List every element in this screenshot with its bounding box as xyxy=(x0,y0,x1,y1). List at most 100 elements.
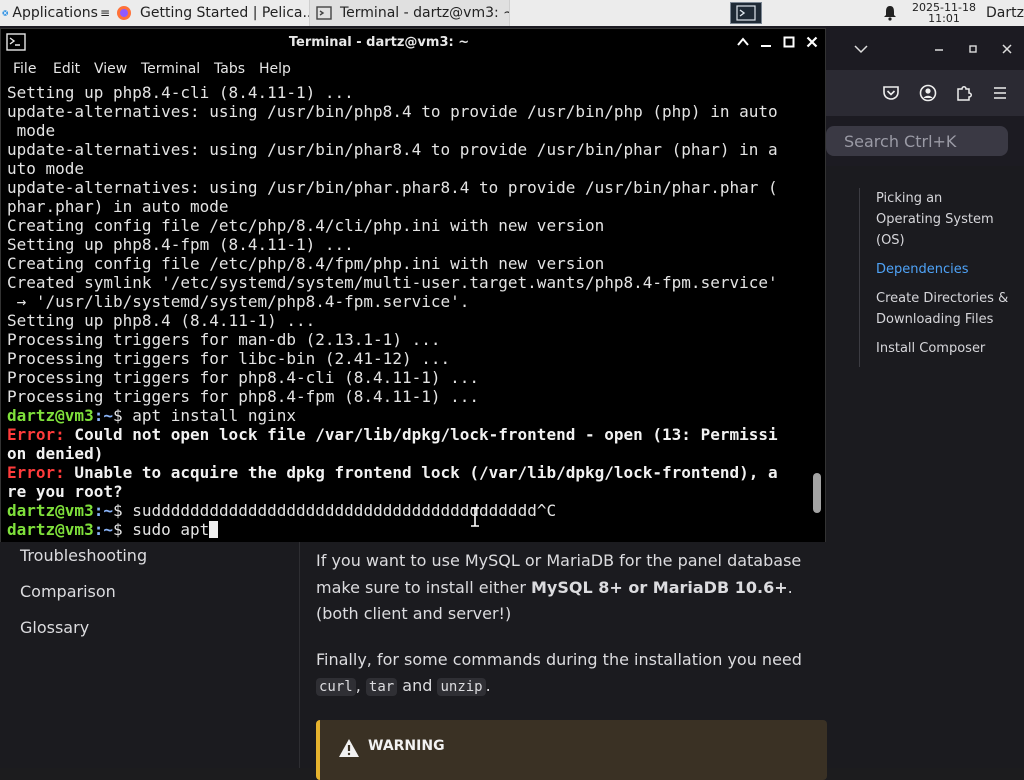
applications-menu-button[interactable]: Applications ≡ xyxy=(0,0,110,26)
text-cursor-icon xyxy=(471,507,479,527)
account-button[interactable] xyxy=(917,82,939,104)
output-text: mode xyxy=(7,121,56,140)
xfce-logo-icon xyxy=(2,10,9,16)
menu-arrow-icon: ≡ xyxy=(99,6,110,20)
docs-search-input[interactable]: Search Ctrl+K xyxy=(826,126,1008,156)
terminal-line: re you root? xyxy=(7,482,778,501)
terminal-line: mode xyxy=(7,121,778,140)
terminal-line: Error: Unable to acquire the dpkg fronte… xyxy=(7,463,778,482)
prompt-separator: : xyxy=(93,520,104,539)
warning-callout: WARNING xyxy=(316,720,827,780)
chevron-up-icon xyxy=(737,37,749,46)
minimize-icon xyxy=(761,45,771,47)
sidebar-item-glossary[interactable]: Glossary xyxy=(20,618,89,637)
terminal-window[interactable]: Terminal - dartz@vm3: ~ File Edit View T… xyxy=(0,28,826,542)
menu-view[interactable]: View xyxy=(94,61,127,77)
terminal-line: → '/usr/lib/systemd/system/php8.4-fpm.se… xyxy=(7,292,778,311)
command-text: apt install nginx xyxy=(132,406,297,425)
error-label: Error: xyxy=(7,425,65,444)
extensions-button[interactable] xyxy=(953,82,975,104)
minimize-icon xyxy=(935,49,943,51)
output-text: Processing triggers for php8.4-fpm (8.4.… xyxy=(7,387,480,406)
prompt-symbol: $ xyxy=(112,406,133,425)
terminal-line: Creating config file /etc/php/8.4/fpm/ph… xyxy=(7,254,778,273)
close-window-button[interactable] xyxy=(996,38,1018,60)
pocket-button[interactable] xyxy=(880,82,902,104)
bell-icon xyxy=(884,6,896,21)
command-text: sudo apt xyxy=(132,520,210,539)
maximize-button[interactable] xyxy=(780,33,798,51)
terminal-output[interactable]: Setting up php8.4-cli (8.4.11-1) ... upda… xyxy=(1,83,809,542)
terminal-cursor xyxy=(209,521,219,538)
menu-edit[interactable]: Edit xyxy=(53,61,80,77)
menu-tabs[interactable]: Tabs xyxy=(214,61,245,77)
app-menu-button[interactable] xyxy=(989,82,1011,104)
terminal-line: Created symlink '/etc/systemd/system/mul… xyxy=(7,273,778,292)
command-text: sudddddddddddddddddddddddddddddddddddddd… xyxy=(132,501,557,520)
output-text: Setting up php8.4 (8.4.11-1) ... xyxy=(7,311,316,330)
sidebar-item-troubleshooting[interactable]: Troubleshooting xyxy=(20,546,147,565)
terminal-scrollbar[interactable] xyxy=(809,83,825,542)
toc-item[interactable]: Dependencies xyxy=(876,259,1009,280)
minimize-window-button[interactable] xyxy=(928,38,950,60)
terminal-line: dartz@vm3:~$ suddddddddddddddddddddddddd… xyxy=(7,501,778,520)
tab-list-button[interactable] xyxy=(850,38,872,60)
output-text: Processing triggers for libc-bin (2.41-1… xyxy=(7,349,451,368)
top-panel: Applications ≡ Getting Started | Pelica.… xyxy=(0,0,1024,26)
commands-sep-2: and xyxy=(397,676,438,695)
prompt-user: dartz@vm3 xyxy=(7,520,94,539)
terminal-line: Setting up php8.4 (8.4.11-1) ... xyxy=(7,311,778,330)
workspace-1[interactable] xyxy=(730,2,762,24)
prompt-separator: : xyxy=(93,406,104,425)
prompt-path: ~ xyxy=(103,406,113,425)
error-text: on denied) xyxy=(7,444,104,463)
output-text: update-alternatives: using /usr/bin/php8… xyxy=(7,102,778,121)
terminal-scrollbar-thumb[interactable] xyxy=(813,473,821,513)
toc-item[interactable]: Create Directories & Downloading Files xyxy=(876,288,1009,330)
clock[interactable]: 2025-11-18 11:01 xyxy=(906,0,982,26)
browser-toolbar xyxy=(826,70,1024,116)
terminal-line: Processing triggers for man-db (2.13.1-1… xyxy=(7,330,778,349)
menu-terminal[interactable]: Terminal xyxy=(141,61,200,77)
output-text: Processing triggers for php8.4-cli (8.4.… xyxy=(7,368,480,387)
menu-help[interactable]: Help xyxy=(259,61,291,77)
output-text: Creating config file /etc/php/8.4/fpm/ph… xyxy=(7,254,605,273)
pocket-icon xyxy=(883,86,899,100)
close-button[interactable] xyxy=(803,33,821,51)
notifications-button[interactable] xyxy=(880,0,900,26)
maximize-window-button[interactable] xyxy=(962,38,984,60)
close-icon xyxy=(1002,44,1012,54)
prompt-separator: : xyxy=(93,501,104,520)
commands-text: Finally, for some commands during the in… xyxy=(316,649,802,669)
main-content: If you want to use MySQL or MariaDB for … xyxy=(316,548,826,720)
warning-icon xyxy=(339,739,359,757)
toc-item[interactable]: Install Composer xyxy=(876,338,1009,359)
terminal-title: Terminal - dartz@vm3: ~ xyxy=(288,35,470,50)
prompt-user: dartz@vm3 xyxy=(7,406,94,425)
browser-tabbar xyxy=(826,26,1024,70)
taskbar-terminal[interactable]: Terminal - dartz@vm3: ~ xyxy=(310,0,510,26)
taskbar-firefox[interactable]: Getting Started | Pelica... xyxy=(110,0,310,26)
terminal-lines: Setting up php8.4-cli (8.4.11-1) ... upda… xyxy=(7,83,778,539)
terminal-menubar: File Edit View Terminal Tabs Help xyxy=(1,57,825,83)
terminal-titlebar[interactable]: Terminal - dartz@vm3: ~ xyxy=(1,29,825,57)
menu-file[interactable]: File xyxy=(13,61,36,77)
user-menu[interactable]: Dartz xyxy=(986,0,1024,26)
code-curl: curl xyxy=(316,678,356,696)
toc-item[interactable]: Picking an Operating System (OS) xyxy=(876,188,1009,251)
clock-time: 11:01 xyxy=(928,12,960,25)
minimize-button[interactable] xyxy=(757,33,775,51)
output-text: Creating config file /etc/php/8.4/cli/ph… xyxy=(7,216,605,235)
workspace-switcher[interactable] xyxy=(728,0,764,26)
warning-label: WARNING xyxy=(368,738,445,754)
prompt-user: dartz@vm3 xyxy=(7,501,94,520)
commands-paragraph: Finally, for some commands during the in… xyxy=(316,647,826,701)
sidebar-item-comparison[interactable]: Comparison xyxy=(20,582,116,601)
terminal-line: Setting up php8.4-fpm (8.4.11-1) ... xyxy=(7,235,778,254)
prompt-path: ~ xyxy=(103,501,113,520)
output-text: Setting up php8.4-cli (8.4.11-1) ... xyxy=(7,83,354,102)
output-text: phar.phar) in auto mode xyxy=(7,197,229,216)
close-icon xyxy=(806,36,818,48)
terminal-line: Processing triggers for libc-bin (2.41-1… xyxy=(7,349,778,368)
shade-window-button[interactable] xyxy=(734,33,752,51)
